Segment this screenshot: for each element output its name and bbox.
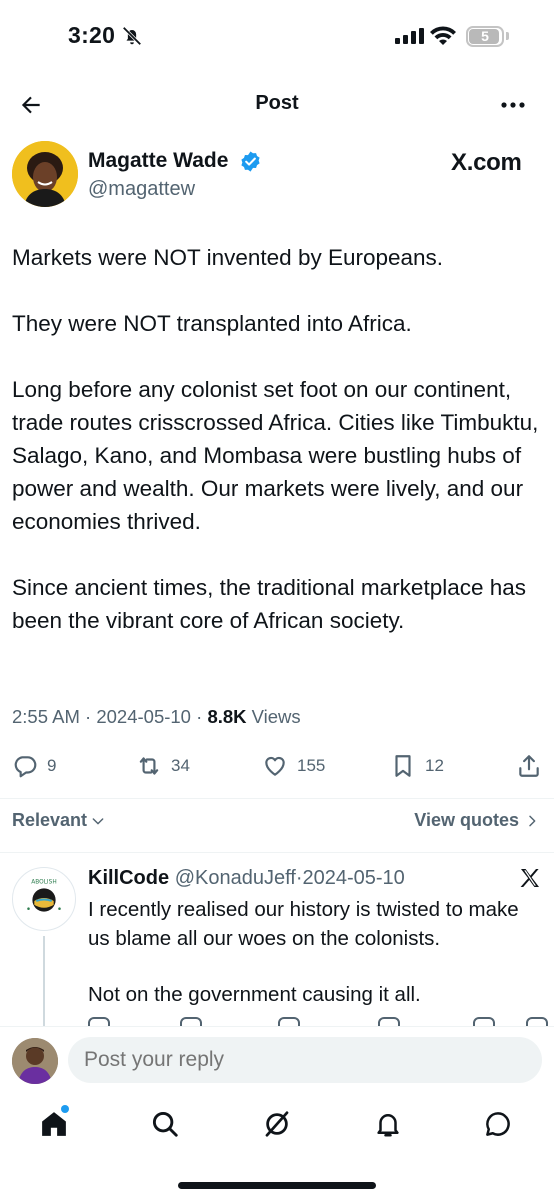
reply-repost-icon bbox=[180, 1017, 202, 1026]
tweet-paragraph: Long before any colonist set foot on our… bbox=[12, 377, 539, 534]
message-icon bbox=[486, 1112, 510, 1136]
divider bbox=[0, 852, 554, 853]
view-quotes-link[interactable]: View quotes bbox=[414, 810, 540, 831]
divider bbox=[0, 798, 554, 799]
bookmark-count: 12 bbox=[425, 756, 444, 775]
tab-home[interactable] bbox=[36, 1105, 72, 1142]
view-quotes-label: View quotes bbox=[414, 810, 519, 830]
reply-text: I recently realised our history is twist… bbox=[88, 895, 538, 1036]
reply-date: · bbox=[295, 867, 303, 889]
tweet-meta: 2:55 AM · 2024-05-10 · 8.8K Views bbox=[12, 706, 301, 728]
reply-share-icon bbox=[526, 1017, 548, 1026]
status-bar: 3:20 5 bbox=[0, 0, 554, 74]
battery-level: 5 bbox=[481, 28, 489, 44]
reply-author-handle[interactable]: @KonaduJeff bbox=[175, 867, 296, 889]
tab-search[interactable] bbox=[147, 1106, 183, 1142]
author-handle[interactable]: @magattew bbox=[88, 178, 195, 201]
repost-icon bbox=[139, 757, 159, 775]
tab-messages[interactable] bbox=[480, 1106, 516, 1142]
reply-count: 9 bbox=[47, 756, 57, 775]
reply-paragraph: I recently realised our history is twist… bbox=[88, 898, 519, 950]
tweet-actions: 9 34 155 12 bbox=[0, 748, 554, 784]
home-icon bbox=[42, 1112, 66, 1136]
tweet-date: 2024-05-10 bbox=[96, 706, 191, 727]
reply-header: KillCode @KonaduJeff·2024-05-10 bbox=[88, 867, 405, 890]
meta-separator: · bbox=[196, 706, 208, 727]
author-portrait bbox=[12, 141, 78, 207]
reply-icon bbox=[14, 756, 37, 778]
more-options-icon[interactable] bbox=[499, 94, 527, 116]
reply-avatar-logo: ABOLISH bbox=[13, 868, 75, 930]
bookmark-button[interactable]: 12 bbox=[390, 748, 444, 784]
reply-date-value: 2024-05-10 bbox=[302, 867, 405, 889]
nav-header: Post bbox=[0, 80, 554, 130]
verified-badge-icon bbox=[241, 151, 260, 172]
cellular-signal-icon bbox=[395, 28, 424, 44]
like-count: 155 bbox=[297, 756, 326, 775]
reply-avatar[interactable]: ABOLISH bbox=[12, 867, 76, 931]
search-icon bbox=[152, 1111, 178, 1137]
wifi-icon bbox=[430, 26, 456, 45]
tweet-paragraph: Since ancient times, the traditional mar… bbox=[12, 575, 527, 633]
reply-input[interactable] bbox=[68, 1037, 542, 1083]
home-notification-dot bbox=[61, 1105, 69, 1113]
reply-paragraph: Not on the government causing it all. bbox=[88, 983, 421, 1006]
relevant-label: Relevant bbox=[12, 810, 88, 830]
thread-line bbox=[43, 936, 45, 1026]
reply-composer bbox=[0, 1026, 554, 1094]
relevant-dropdown[interactable]: Relevant bbox=[12, 810, 106, 831]
author-name[interactable]: Magatte Wade bbox=[88, 149, 228, 173]
reply-views-icon bbox=[378, 1017, 400, 1026]
reply-heart-icon bbox=[278, 1017, 300, 1026]
views-count[interactable]: 8.8K bbox=[207, 706, 246, 727]
current-user-portrait bbox=[12, 1038, 58, 1084]
battery-cap bbox=[506, 32, 509, 40]
heart-icon bbox=[265, 756, 285, 776]
replies-sort-row: Relevant View quotes bbox=[0, 806, 554, 838]
like-button[interactable]: 155 bbox=[262, 748, 325, 784]
tab-notifications[interactable] bbox=[370, 1106, 406, 1142]
current-user-avatar[interactable] bbox=[12, 1038, 58, 1084]
battery-indicator: 5 bbox=[466, 26, 504, 47]
chevron-down-icon bbox=[92, 817, 104, 824]
x-logo-icon bbox=[520, 869, 539, 887]
reply-reply-icon bbox=[88, 1017, 110, 1026]
views-label[interactable]: Views bbox=[252, 706, 301, 727]
repost-button[interactable]: 34 bbox=[136, 748, 190, 784]
tweet-paragraph: Markets were NOT invented by Europeans. bbox=[12, 245, 444, 270]
tweet-text: Markets were NOT invented by Europeans. … bbox=[12, 241, 544, 637]
share-icon bbox=[519, 755, 539, 777]
bell-off-icon bbox=[122, 26, 142, 46]
home-indicator[interactable] bbox=[178, 1182, 376, 1189]
repost-count: 34 bbox=[171, 756, 190, 775]
reply-bookmark-icon bbox=[473, 1017, 495, 1026]
bell-icon bbox=[377, 1114, 399, 1137]
bookmark-icon bbox=[395, 755, 411, 777]
tab-grok[interactable] bbox=[259, 1106, 295, 1142]
x-com-logo: X.com bbox=[451, 149, 522, 176]
tweet-paragraph: They were NOT transplanted into Africa. bbox=[12, 311, 412, 336]
reply-button[interactable]: 9 bbox=[12, 748, 56, 784]
grok-icon bbox=[265, 1111, 289, 1137]
share-button[interactable] bbox=[516, 748, 542, 784]
reply-author-name[interactable]: KillCode bbox=[88, 867, 169, 889]
tweet-time: 2:55 AM bbox=[12, 706, 80, 727]
reply-avatar-text: ABOLISH bbox=[31, 880, 56, 886]
page-title: Post bbox=[255, 92, 299, 114]
status-time: 3:20 bbox=[68, 22, 116, 48]
chevron-right-icon bbox=[529, 815, 536, 826]
meta-separator: · bbox=[85, 706, 97, 727]
author-avatar[interactable] bbox=[12, 141, 78, 207]
reply-actions-partial bbox=[88, 1017, 554, 1026]
